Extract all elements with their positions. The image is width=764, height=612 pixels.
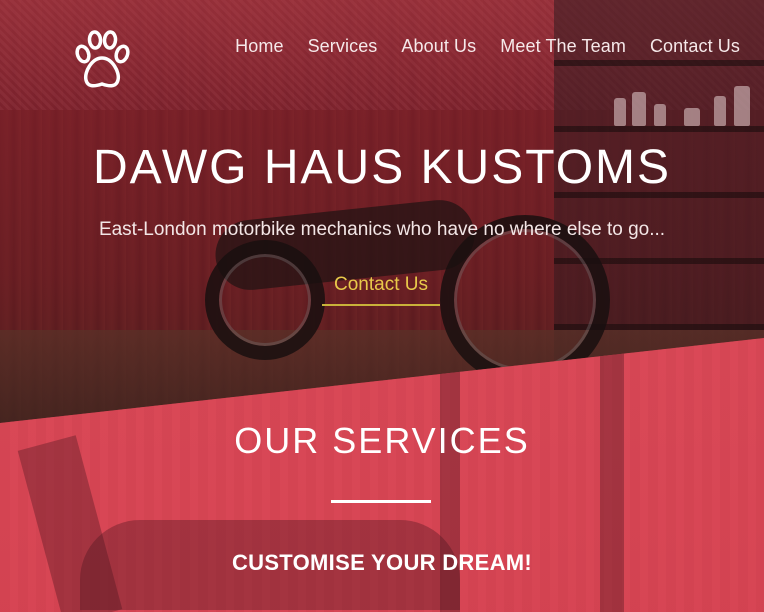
nav-services[interactable]: Services [308,36,378,57]
hero-contact-button[interactable]: Contact Us [322,274,440,306]
services-divider [331,500,431,503]
nav-meet-the-team[interactable]: Meet The Team [500,36,626,57]
services-subtitle: CUSTOMISE YOUR DREAM! [231,550,533,575]
main-nav: Home Services About Us Meet The Team Con… [235,36,740,57]
nav-about-us[interactable]: About Us [401,36,476,57]
motorbike-front-wheel [205,240,325,360]
nav-contact-us[interactable]: Contact Us [650,36,740,57]
paw-logo-icon[interactable] [70,28,134,92]
hero-title: DAWG HAUS KUSTOMS [92,141,672,194]
nav-home[interactable]: Home [235,36,283,57]
hero-subtitle: East-London motorbike mechanics who have… [98,219,666,240]
services-title: OUR SERVICES [234,420,530,461]
